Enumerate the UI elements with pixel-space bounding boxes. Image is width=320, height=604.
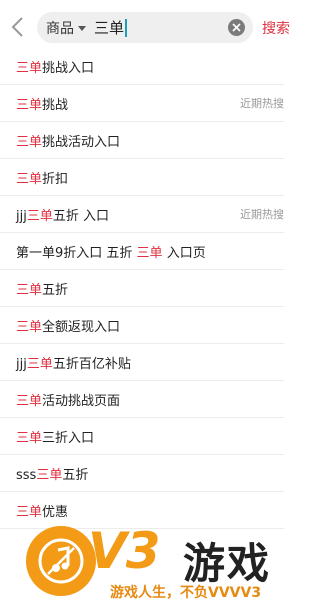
suggestion-text: 三单五折 xyxy=(16,279,68,298)
suggestion-prefix: jjj xyxy=(16,208,27,224)
back-button[interactable] xyxy=(8,14,30,40)
suggestion-highlight: 三单 xyxy=(16,393,43,409)
suggestion-text: 三单挑战 xyxy=(16,94,68,113)
suggestion-item[interactable]: jjj三单五折 入口 近期热搜 xyxy=(0,196,284,233)
suggestion-item[interactable]: sss三单五折 xyxy=(0,455,284,492)
suggestion-text: 第一单9折入口 五折 三单 入口页 xyxy=(16,242,206,261)
suggestion-suffix: 五折 xyxy=(42,282,69,298)
suggestion-highlight: 三单 xyxy=(26,208,53,224)
suggestion-item[interactable]: 三单五折 xyxy=(0,270,284,307)
suggestion-highlight: 三单 xyxy=(16,97,43,113)
suggestion-prefix: 第一单9折入口 五折 xyxy=(16,245,137,261)
search-input[interactable]: 三单 xyxy=(94,17,128,38)
caret-down-icon xyxy=(78,25,86,31)
suggestion-highlight: 三单 xyxy=(16,430,43,446)
suggestion-item[interactable]: 三单优惠 xyxy=(0,492,284,529)
brand-v3: V3 xyxy=(88,522,160,580)
suggestion-highlight: 三单 xyxy=(16,319,43,335)
suggestion-item[interactable]: 三单全额返现入口 xyxy=(0,307,284,344)
suggestion-text: 三单三折入口 xyxy=(16,427,94,446)
hot-search-tag: 近期热搜 xyxy=(240,208,284,221)
suggestion-suffix: 入口页 xyxy=(162,245,206,261)
brand-slogan: 游戏人生，不负VVVV3 xyxy=(110,585,262,601)
suggestion-item[interactable]: 三单挑战活动入口 xyxy=(0,122,284,159)
hot-search-tag: 近期热搜 xyxy=(240,97,284,110)
suggestion-text: 三单折扣 xyxy=(16,168,68,187)
suggestion-item[interactable]: 三单挑战 近期热搜 xyxy=(0,85,284,122)
suggestion-suffix: 五折 xyxy=(62,467,89,483)
suggestion-highlight: 三单 xyxy=(16,504,43,520)
suggestion-highlight: 三单 xyxy=(26,356,53,372)
suggestion-suffix: 五折 入口 xyxy=(52,208,109,224)
suggestion-item[interactable]: 三单挑战入口 xyxy=(0,48,284,85)
suggestion-suffix: 挑战入口 xyxy=(42,60,95,76)
suggestion-suffix: 活动挑战页面 xyxy=(42,393,121,409)
suggestion-text: 三单全额返现入口 xyxy=(16,316,120,335)
suggestion-suffix: 全额返现入口 xyxy=(42,319,121,335)
suggestion-suffix: 折扣 xyxy=(42,171,69,187)
brand-game-text: 游戏 xyxy=(183,539,272,588)
close-icon xyxy=(232,23,241,32)
suggestion-text: 三单优惠 xyxy=(16,501,68,520)
suggestion-suffix: 挑战 xyxy=(42,97,69,113)
clear-input-button[interactable] xyxy=(228,19,245,36)
suggestion-text: 三单挑战活动入口 xyxy=(16,131,120,150)
search-button[interactable]: 搜索 xyxy=(262,18,290,38)
suggestion-highlight: 三单 xyxy=(16,171,43,187)
suggestion-text: 三单挑战入口 xyxy=(16,57,94,76)
suggestion-highlight: 三单 xyxy=(136,245,163,261)
suggestion-suffix: 五折百亿补贴 xyxy=(52,356,131,372)
suggestion-item[interactable]: 三单三折入口 xyxy=(0,418,284,455)
suggestion-highlight: 三单 xyxy=(36,467,63,483)
suggestion-suffix: 优惠 xyxy=(42,504,69,520)
suggestion-text: 三单活动挑战页面 xyxy=(16,390,120,409)
suggestion-suffix: 三折入口 xyxy=(42,430,95,446)
chevron-left-icon xyxy=(11,17,23,37)
suggestion-item[interactable]: 三单折扣 xyxy=(0,159,284,196)
text-cursor xyxy=(125,18,128,37)
suggestion-highlight: 三单 xyxy=(16,282,43,298)
suggestion-item[interactable]: jjj三单五折百亿补贴 xyxy=(0,344,284,381)
search-header: 商品 三单 搜索 xyxy=(0,0,300,55)
search-scope-label: 商品 xyxy=(46,20,74,37)
suggestion-text: sss三单五折 xyxy=(16,464,88,483)
brand-logo xyxy=(26,526,96,596)
suggestion-highlight: 三单 xyxy=(16,134,43,150)
suggestion-text: jjj三单五折百亿补贴 xyxy=(16,353,131,372)
search-query-text: 三单 xyxy=(94,19,125,37)
suggestion-item[interactable]: 第一单9折入口 五折 三单 入口页 xyxy=(0,233,284,270)
suggestion-item[interactable]: 三单活动挑战页面 xyxy=(0,381,284,418)
suggestion-prefix: sss xyxy=(16,467,37,483)
suggestion-list: 三单挑战入口 三单挑战 近期热搜 三单挑战活动入口 三单折扣 jjj三单五折 入口 近期热搜… xyxy=(0,48,300,529)
search-box[interactable]: 商品 三单 xyxy=(37,12,253,43)
suggestion-highlight: 三单 xyxy=(16,60,43,76)
suggestion-prefix: jjj xyxy=(16,356,27,372)
music-note-icon xyxy=(38,538,84,584)
suggestion-suffix: 挑战活动入口 xyxy=(42,134,121,150)
suggestion-text: jjj三单五折 入口 xyxy=(16,205,109,224)
search-scope-dropdown[interactable]: 商品 xyxy=(46,18,86,38)
